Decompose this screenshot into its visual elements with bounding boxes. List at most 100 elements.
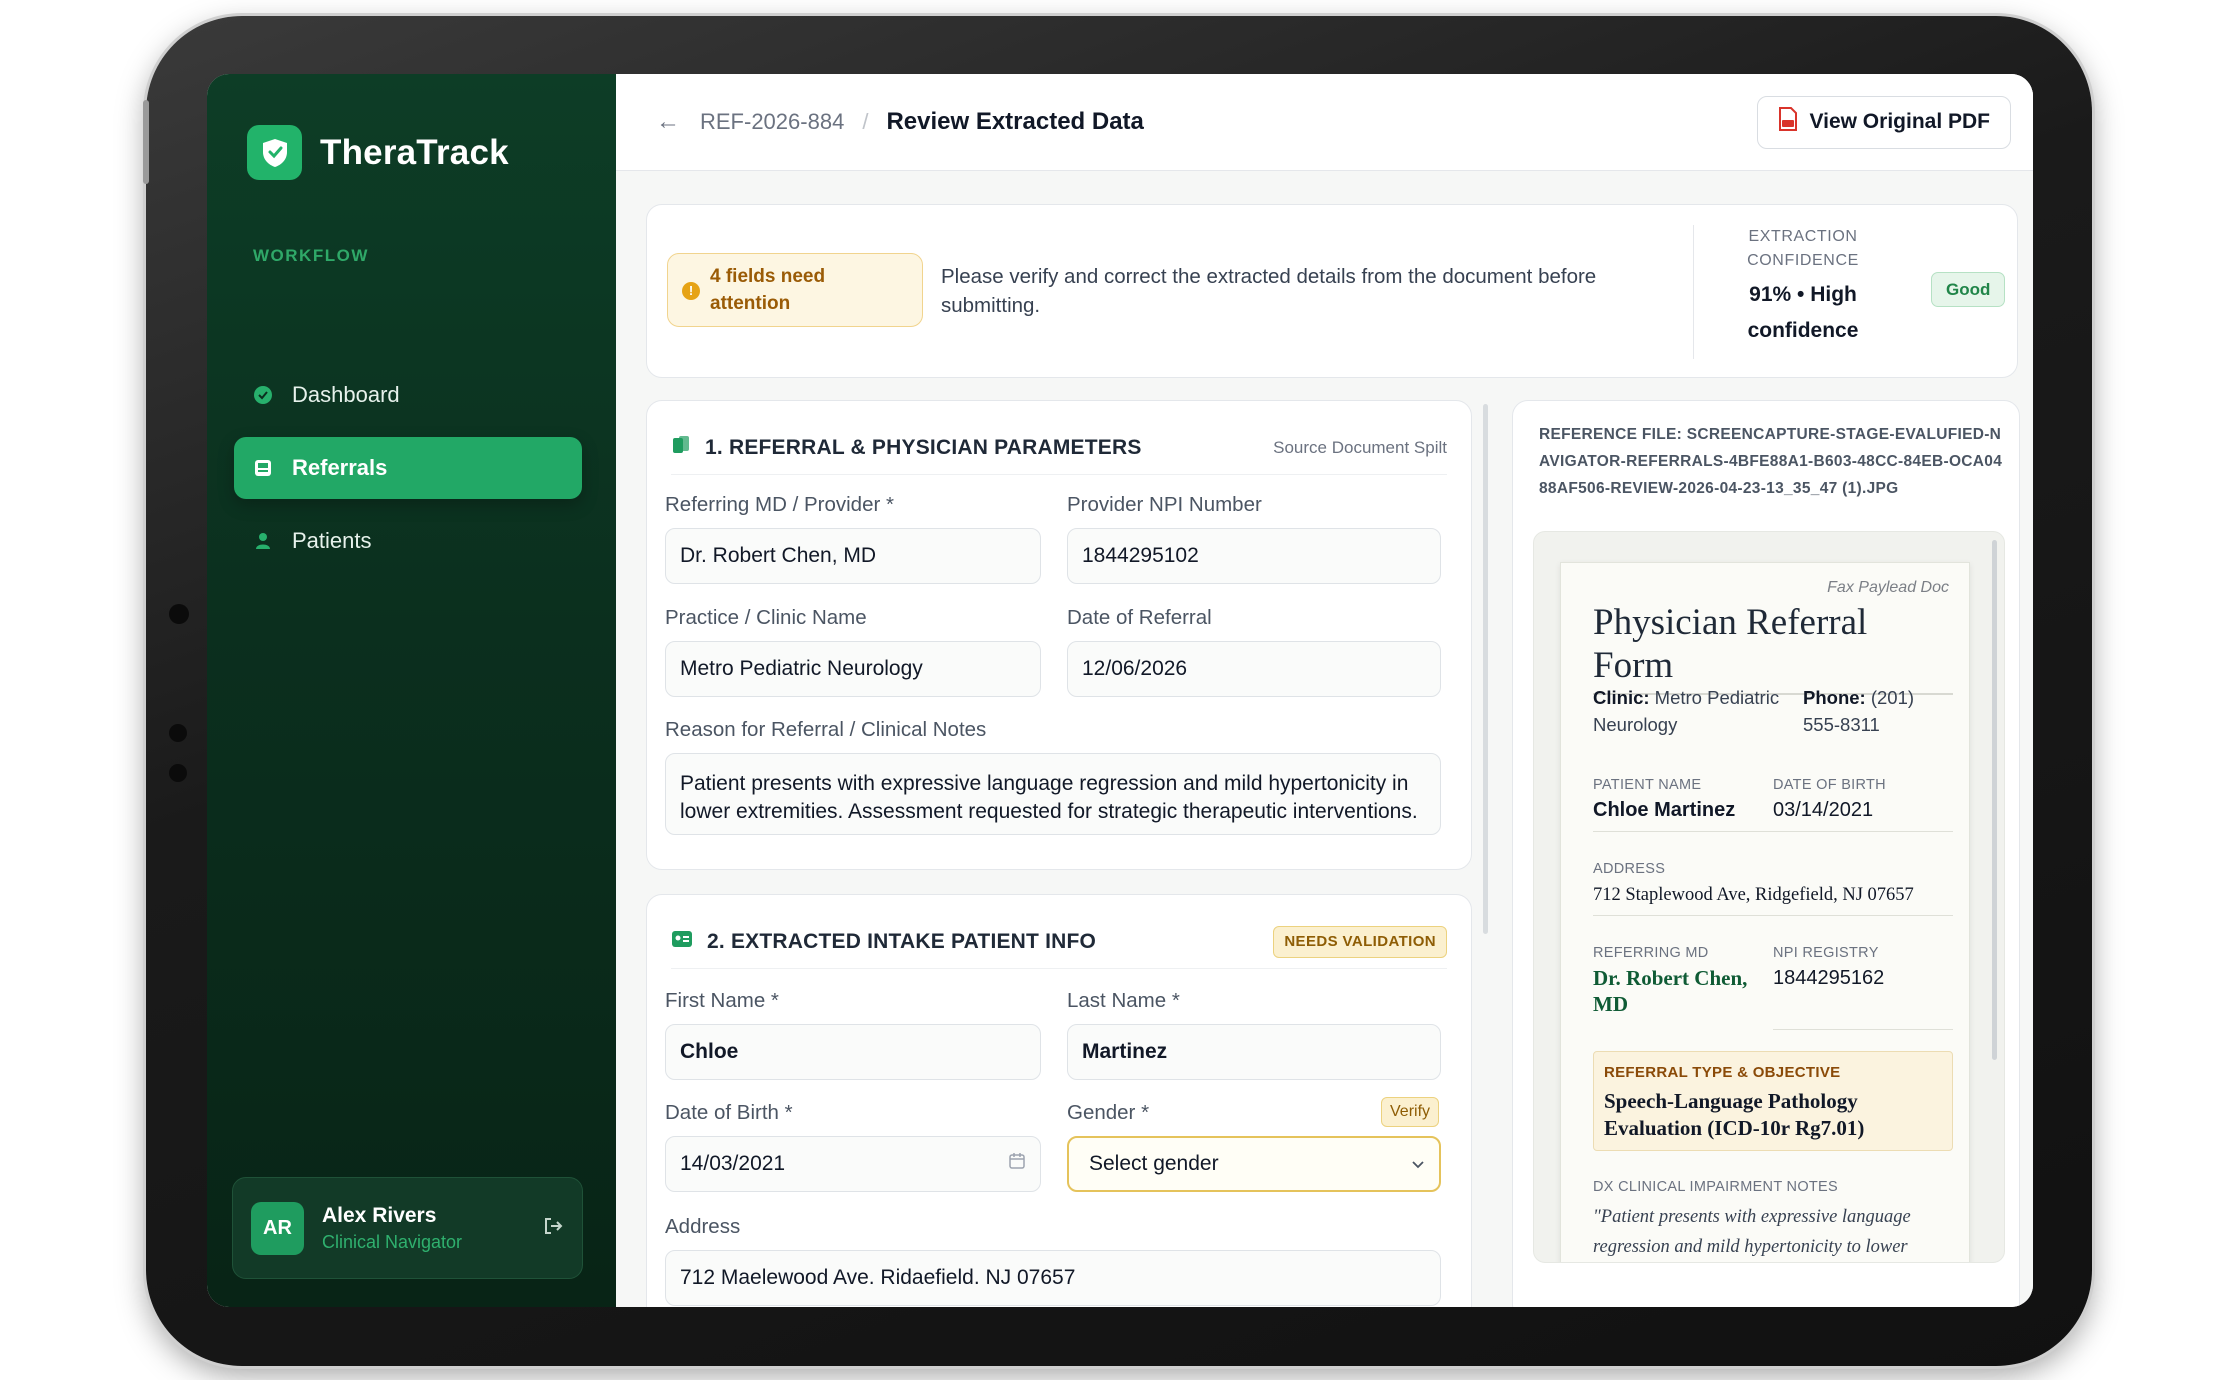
doc-divider (1593, 915, 1953, 916)
chevron-down-icon (1411, 1152, 1425, 1176)
check-circle-icon (252, 384, 274, 406)
camera-dot (169, 604, 189, 624)
last-name-label: Last Name * (1067, 989, 1180, 1012)
doc-divider (1593, 831, 1953, 832)
doc-notes-label: DX CLINICAL IMPAIRMENT NOTES (1593, 1179, 1839, 1195)
reason-label: Reason for Referral / Clinical Notes (665, 718, 987, 741)
sidebar-item-patients[interactable]: Patients (234, 510, 582, 572)
brand[interactable]: TheraTrack (247, 125, 509, 180)
app-name: TheraTrack (320, 132, 509, 172)
breadcrumb-separator: / (862, 109, 869, 134)
reference-file-name: REFERENCE FILE: SCREENCAPTURE-STAGE-EVAL… (1539, 426, 2003, 498)
doc-referring-label: REFERRING MD (1593, 945, 1709, 961)
document-icon (671, 435, 691, 460)
attention-badge-text: 4 fields need attention (710, 266, 826, 314)
warning-icon: ! (682, 282, 700, 300)
first-name-label: First Name * (665, 989, 779, 1012)
gender-label: Gender * (1067, 1101, 1150, 1124)
practice-label: Practice / Clinic Name (665, 606, 867, 629)
section-title: 1. REFERRAL & PHYSICIAN PARAMETERS (705, 435, 1142, 459)
sidebar-item-label: Patients (292, 528, 372, 553)
dob-value: 14/03/2021 (680, 1152, 786, 1175)
avatar: AR (251, 1201, 304, 1255)
doc-clinic: Clinic: Metro Pediatric Neurology (1593, 685, 1783, 739)
address-label: Address (665, 1215, 741, 1238)
verify-badge: Verify (1381, 1097, 1440, 1127)
npi-label: Provider NPI Number (1067, 493, 1262, 516)
logout-icon[interactable] (542, 1215, 564, 1242)
practice-input[interactable]: Metro Pediatric Neurology (665, 641, 1041, 697)
inbox-icon (252, 457, 274, 479)
doc-patient-name-label: PATIENT NAME (1593, 777, 1702, 793)
doc-divider (1773, 1029, 1953, 1030)
gender-select[interactable]: Select gender (1067, 1136, 1441, 1192)
referring-md-label: Referring MD / Provider * (665, 493, 894, 516)
confidence-badge: Good (1931, 272, 2006, 307)
first-name-input[interactable]: Chloe (665, 1024, 1041, 1080)
dob-input[interactable]: 14/03/2021 (665, 1136, 1041, 1192)
document-viewer[interactable]: Fax Paylead Doc Physician Referral Form … (1533, 531, 2005, 1263)
document-scrollbar[interactable] (1992, 540, 1997, 1060)
gender-select-value: Select gender (1089, 1152, 1219, 1175)
sidebar: TheraTrack WORKFLOW Dashboard Referrals … (207, 74, 616, 1307)
last-name-input[interactable]: Martinez (1067, 1024, 1441, 1080)
tablet-side-button (143, 100, 149, 184)
section-header: 1. REFERRAL & PHYSICIAN PARAMETERS Sourc… (671, 421, 1447, 475)
doc-dob-label: DATE OF BIRTH (1773, 777, 1886, 793)
referral-date-label: Date of Referral (1067, 606, 1212, 629)
doc-address: 712 Staplewood Ave, Ridgefield, NJ 07657 (1593, 885, 1914, 905)
form-scrollbar[interactable] (1483, 404, 1488, 934)
user-info: Alex Rivers Clinical Navigator (322, 1204, 462, 1253)
doc-notes: "Patient presents with expressive langua… (1593, 1207, 1911, 1257)
sensor-dot (169, 764, 187, 782)
user-icon (252, 530, 274, 552)
sidebar-item-label: Dashboard (292, 382, 400, 407)
user-role: Clinical Navigator (322, 1231, 463, 1252)
referral-form-page: Fax Paylead Doc Physician Referral Form … (1560, 562, 1970, 1262)
reason-textarea[interactable]: Patient presents with expressive languag… (665, 753, 1441, 835)
section-note: Source Document Spilt (1273, 437, 1447, 457)
top-bar: ← REF-2026-884 / Review Extracted Data V… (616, 74, 2033, 171)
divider (1693, 225, 1694, 359)
confidence-label: EXTRACTION CONFIDENCE (1747, 228, 1859, 269)
view-original-pdf-button[interactable]: View Original PDF (1756, 95, 2011, 149)
doc-address-label: ADDRESS (1593, 861, 1666, 877)
doc-referral-type-label: REFERRAL TYPE & OBJECTIVE (1604, 1064, 1841, 1081)
section-header: 2. EXTRACTED INTAKE PATIENT INFO NEEDS V… (671, 915, 1447, 969)
sidebar-item-referrals[interactable]: Referrals (234, 437, 582, 499)
reference-document-panel: REFERENCE FILE: SCREENCAPTURE-STAGE-EVAL… (1512, 400, 2020, 1307)
doc-title: Physician Referral Form (1593, 601, 1953, 695)
npi-input[interactable]: 1844295102 (1067, 528, 1441, 584)
doc-patient-name: Chloe Martinez (1593, 799, 1736, 821)
pdf-file-icon (1778, 107, 1798, 137)
doc-dob: 03/14/2021 (1773, 799, 1874, 821)
screen: TheraTrack WORKFLOW Dashboard Referrals … (207, 74, 2033, 1307)
referral-date-input[interactable]: 12/06/2026 (1067, 641, 1441, 697)
user-card[interactable]: AR Alex Rivers Clinical Navigator (232, 1177, 583, 1279)
confidence-value: 91% • High confidence (1747, 283, 1859, 342)
calendar-icon[interactable] (1008, 1152, 1026, 1176)
sensor-dot (169, 724, 187, 742)
address-input[interactable]: 712 Maelewood Ave. Ridaefield. NJ 07657 (665, 1250, 1441, 1306)
doc-npi: 1844295162 (1773, 967, 1885, 989)
referring-md-input[interactable]: Dr. Robert Chen, MD (665, 528, 1041, 584)
main-content: ← REF-2026-884 / Review Extracted Data V… (616, 74, 2033, 1307)
page-title: Review Extracted Data (886, 108, 1144, 135)
doc-referral-type-box: REFERRAL TYPE & OBJECTIVE Speech-Languag… (1593, 1051, 1953, 1151)
alert-message: Please verify and correct the extracted … (941, 265, 1597, 317)
doc-phone-label: Phone: (1803, 687, 1866, 708)
sidebar-item-dashboard[interactable]: Dashboard (234, 364, 582, 426)
doc-referring-md: Dr. Robert Chen, MD (1593, 966, 1748, 1017)
patient-info-section: 2. EXTRACTED INTAKE PATIENT INFO NEEDS V… (646, 894, 1472, 1307)
id-card-icon (671, 930, 693, 953)
referral-physician-section: 1. REFERRAL & PHYSICIAN PARAMETERS Sourc… (646, 400, 1472, 870)
doc-tag: Fax Paylead Doc (1827, 579, 1949, 596)
sidebar-item-label: Referrals (292, 455, 388, 480)
back-arrow-icon[interactable]: ← (656, 108, 680, 136)
breadcrumb-ref-id[interactable]: REF-2026-884 (700, 109, 844, 135)
user-name: Alex Rivers (322, 1203, 437, 1227)
doc-referral-type: Speech-Language Pathology Evaluation (IC… (1604, 1089, 1865, 1141)
doc-phone: Phone: (201) 555-8311 (1803, 685, 1953, 739)
view-original-pdf-label: View Original PDF (1809, 110, 1991, 133)
doc-npi-label: NPI REGISTRY (1773, 945, 1879, 961)
